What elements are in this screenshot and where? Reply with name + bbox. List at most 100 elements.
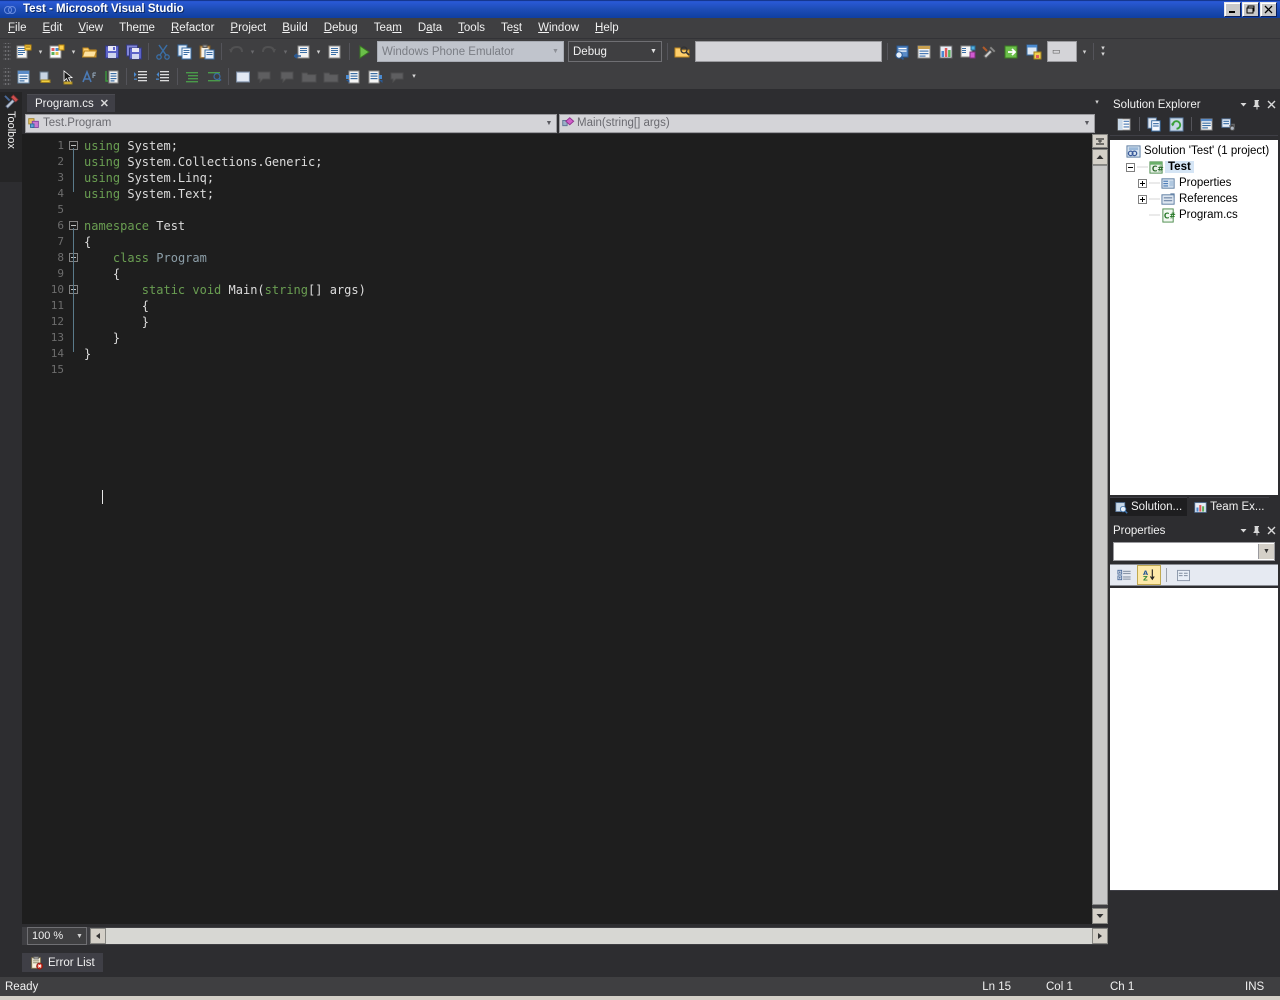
menu-tools[interactable]: Tools <box>450 20 493 36</box>
new-window-icon[interactable] <box>1023 41 1045 62</box>
tree-expander-icon[interactable] <box>1137 194 1148 205</box>
property-object-combo[interactable]: ▼ <box>1113 542 1275 561</box>
misc-combo[interactable]: ▭ <box>1047 41 1077 62</box>
add-new-item-dropdown-icon[interactable]: ▾ <box>68 41 79 62</box>
save-all-icon[interactable] <box>123 41 145 62</box>
pin-icon[interactable] <box>1250 98 1264 112</box>
configuration-combo[interactable]: Debug ▼ <box>568 41 662 62</box>
save-icon[interactable] <box>101 41 123 62</box>
scroll-right-icon[interactable] <box>1092 928 1108 944</box>
solution-tree[interactable]: Solution 'Test' (1 project) C# Test Propert… <box>1110 140 1278 495</box>
find-symbol-results-icon[interactable] <box>891 41 913 62</box>
close-icon[interactable]: ✕ <box>100 98 109 109</box>
member-navigation-combo[interactable]: Main(string[] args) ▼ <box>559 113 1095 133</box>
property-pages-icon[interactable] <box>1172 566 1194 584</box>
vertical-scroll-thumb[interactable] <box>1092 165 1108 905</box>
new-project-dropdown-icon[interactable]: ▾ <box>35 41 46 62</box>
toolbox-tab[interactable]: Toolbox <box>0 92 23 182</box>
chevron-down-icon[interactable]: ▼ <box>73 933 86 940</box>
outlining-margin[interactable] <box>68 134 82 924</box>
cut-icon[interactable] <box>152 41 174 62</box>
collapse-all-icon[interactable] <box>181 66 203 87</box>
expand-all-icon[interactable] <box>203 66 225 87</box>
close-icon[interactable] <box>1264 98 1278 112</box>
code-text[interactable]: using System; using System.Collections.Ge… <box>84 138 366 378</box>
toolbar2-overflow-icon[interactable]: ▾ <box>408 66 420 87</box>
editor-vertical-scrollbar[interactable] <box>1092 134 1108 924</box>
tree-item[interactable]: Properties <box>1110 175 1278 191</box>
new-list-item-icon[interactable] <box>35 66 57 87</box>
paste-icon[interactable] <box>196 41 218 62</box>
tree-item[interactable]: Solution 'Test' (1 project) <box>1110 143 1278 159</box>
chevron-down-icon[interactable]: ▼ <box>1258 544 1274 559</box>
properties-icon[interactable] <box>1114 114 1135 134</box>
view-designer-icon[interactable] <box>1218 114 1239 134</box>
tab-error-list[interactable]: Error List <box>22 953 103 972</box>
navigate-backward-icon[interactable] <box>291 41 313 62</box>
code-editor-surface[interactable]: 1 2 3 4 5 6 7 8 9 10 11 12 13 14 15 using System; using… <box>22 134 1108 924</box>
menu-data[interactable]: Data <box>410 20 450 36</box>
blank-panel-icon[interactable] <box>232 66 254 87</box>
scroll-left-icon[interactable] <box>90 928 106 944</box>
minimize-icon[interactable] <box>1224 2 1241 17</box>
restore-icon[interactable] <box>1242 2 1259 17</box>
tree-item[interactable]: References <box>1110 191 1278 207</box>
menu-refactor[interactable]: Refactor <box>163 20 222 36</box>
tree-expander-icon[interactable] <box>1125 162 1136 173</box>
properties-list-icon[interactable] <box>101 66 123 87</box>
tree-item[interactable]: C# Program.cs <box>1110 207 1278 223</box>
window-icon[interactable] <box>13 66 35 87</box>
pin-icon[interactable] <box>1250 524 1264 538</box>
toolbox-window-icon[interactable] <box>935 41 957 62</box>
find-combo[interactable] <box>695 41 882 62</box>
tree-item[interactable]: C# Test <box>1110 159 1278 175</box>
chevron-down-icon[interactable]: ▼ <box>1080 120 1094 127</box>
navigate-backward-dropdown-icon[interactable]: ▾ <box>313 41 324 62</box>
menu-team[interactable]: Team <box>366 20 410 36</box>
active-files-dropdown-icon[interactable]: ▾ <box>1090 95 1104 109</box>
view-code-icon[interactable] <box>1196 114 1217 134</box>
indicator-margin[interactable] <box>22 134 40 924</box>
chevron-down-icon[interactable]: ▼ <box>542 120 556 127</box>
toolbar-grip[interactable] <box>3 43 11 60</box>
misc-combo-dropdown-icon[interactable]: ▾ <box>1079 41 1090 62</box>
menu-test[interactable]: Test <box>493 20 530 36</box>
panel-menu-icon[interactable] <box>1236 98 1250 112</box>
build-tools-icon[interactable] <box>979 41 1001 62</box>
menu-view[interactable]: View <box>70 20 111 36</box>
scroll-up-icon[interactable] <box>1092 149 1108 165</box>
panel-menu-icon[interactable] <box>1236 524 1250 538</box>
copy-icon[interactable] <box>174 41 196 62</box>
menu-build[interactable]: Build <box>274 20 316 36</box>
tab-solution-explorer[interactable]: Solution... <box>1110 497 1188 516</box>
step-into-icon[interactable] <box>1001 41 1023 62</box>
tree-expander-icon[interactable] <box>1137 178 1148 189</box>
toolbar-grip[interactable] <box>3 68 11 85</box>
uncomment-selection-icon[interactable] <box>152 66 174 87</box>
horizontal-scroll-track[interactable] <box>106 928 1092 944</box>
next-bookmark-icon[interactable] <box>342 66 364 87</box>
zoom-combo[interactable]: 100 % ▼ <box>27 927 87 945</box>
new-project-icon[interactable] <box>13 41 35 62</box>
menu-help[interactable]: Help <box>587 20 627 36</box>
tab-program-cs[interactable]: Program.cs ✕ <box>27 94 116 112</box>
open-file-icon[interactable] <box>79 41 101 62</box>
categorized-icon[interactable] <box>1113 566 1135 584</box>
type-navigation-combo[interactable]: Test.Program ▼ <box>25 113 557 133</box>
refresh-icon[interactable] <box>1166 114 1187 134</box>
menu-file[interactable]: File <box>0 20 35 36</box>
add-new-item-icon[interactable] <box>46 41 68 62</box>
chevron-down-icon[interactable]: ▼ <box>646 43 661 60</box>
task-list-icon[interactable] <box>913 41 935 62</box>
split-view-handle[interactable] <box>1092 134 1108 148</box>
toolbar-overflow-icon[interactable]: ▾ ▾ <box>1097 41 1109 62</box>
editor-horizontal-scrollbar[interactable]: 100 % ▼ <box>22 927 1108 945</box>
find-in-files-icon[interactable] <box>671 41 693 62</box>
menu-theme[interactable]: Theme <box>111 20 163 36</box>
previous-bookmark-icon[interactable] <box>364 66 386 87</box>
start-debugging-icon[interactable] <box>353 41 375 62</box>
menu-edit[interactable]: Edit <box>35 20 71 36</box>
tab-team-explorer[interactable]: Team Ex... <box>1189 497 1270 516</box>
show-all-files-icon[interactable] <box>1144 114 1165 134</box>
comment-selection-icon[interactable] <box>130 66 152 87</box>
